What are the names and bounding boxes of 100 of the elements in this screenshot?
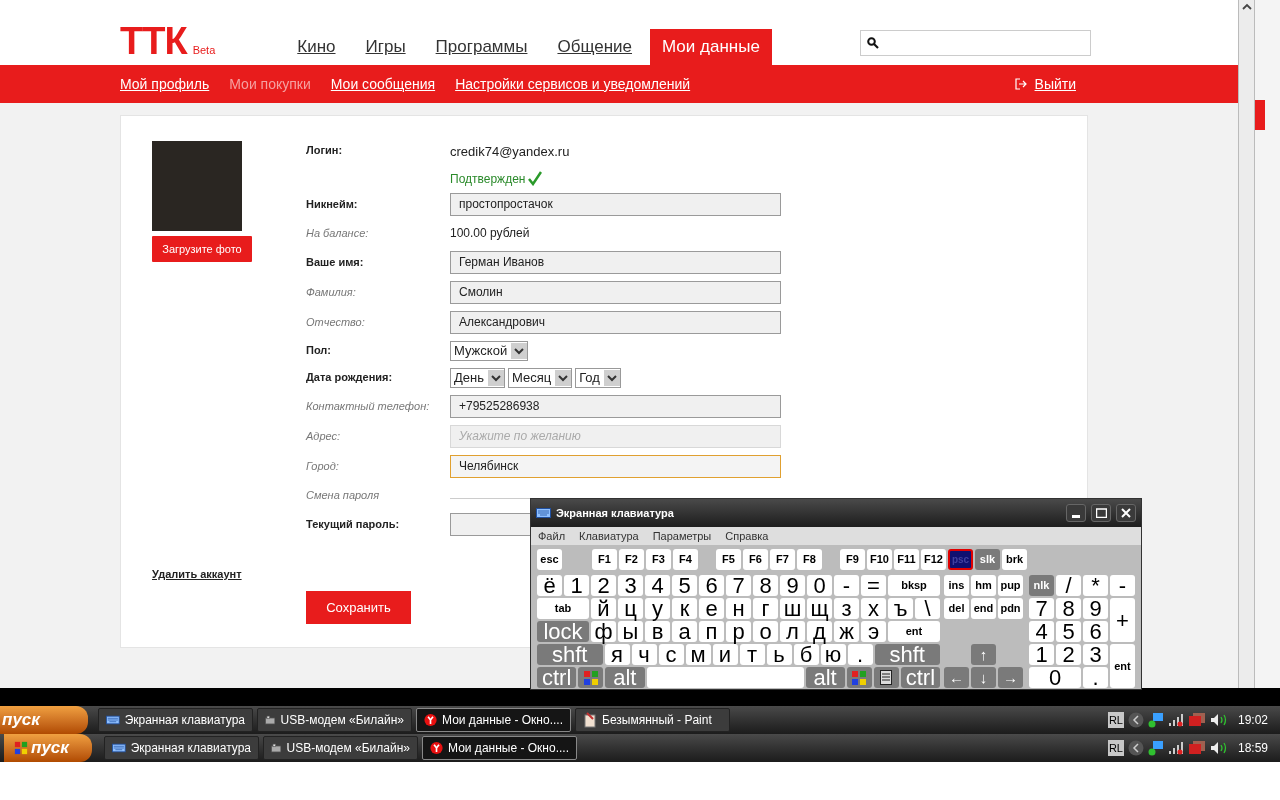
text-field[interactable]: +79525286938 xyxy=(450,394,781,418)
keyboard-key[interactable]: F3 xyxy=(646,549,671,570)
keyboard-key[interactable]: 7 xyxy=(1029,598,1054,619)
keyboard-key[interactable]: ш xyxy=(780,598,805,619)
keyboard-key[interactable]: 9 xyxy=(780,575,805,596)
speaker-icon[interactable] xyxy=(1209,741,1228,755)
keyboard-key[interactable]: pup xyxy=(998,575,1023,596)
text-field[interactable]: Смолин xyxy=(450,280,781,304)
text-field[interactable]: Герман Иванов xyxy=(450,250,781,274)
keyboard-key[interactable]: F6 xyxy=(743,549,768,570)
keyboard-key[interactable]: F10 xyxy=(867,549,892,570)
keyboard-key[interactable]: shft xyxy=(874,644,940,665)
scrollbar[interactable] xyxy=(1238,0,1255,688)
keyboard-key[interactable]: / xyxy=(1056,575,1081,596)
logout-link[interactable]: Выйти xyxy=(1034,73,1076,95)
keyboard-key[interactable]: в xyxy=(645,621,670,642)
keyboard-key[interactable]: к xyxy=(672,598,697,619)
dropdown[interactable]: Год xyxy=(575,367,621,388)
keyboard-key[interactable]: nlk xyxy=(1029,575,1054,596)
keyboard-key[interactable]: lock xyxy=(537,621,589,642)
keyboard-key[interactable]: del xyxy=(944,598,969,619)
keyboard-key[interactable]: 7 xyxy=(726,575,751,596)
network-icon[interactable] xyxy=(1147,740,1164,756)
keyboard-key[interactable]: й xyxy=(591,598,616,619)
nav-tab[interactable]: Мои данные xyxy=(650,29,772,65)
keyboard-key[interactable]: ctrl xyxy=(537,667,577,688)
keyboard-key[interactable]: и xyxy=(712,644,738,665)
dropdown[interactable]: Месяц xyxy=(508,367,573,388)
keyboard-key[interactable]: з xyxy=(834,598,859,619)
keyboard-key[interactable]: у xyxy=(645,598,670,619)
subnav-link[interactable]: Мои сообщения xyxy=(330,73,436,95)
keyboard-key[interactable]: м xyxy=(685,644,711,665)
nav-tab[interactable]: Программы xyxy=(423,29,540,65)
keyboard-key[interactable]: 2 xyxy=(1056,644,1081,665)
text-field[interactable]: Челябинск xyxy=(450,454,781,478)
text-field[interactable]: Укажите по желанию xyxy=(450,424,781,448)
keyboard-key[interactable]: т xyxy=(739,644,765,665)
keyboard-key[interactable]: 0 xyxy=(807,575,832,596)
nav-tab[interactable]: Общение xyxy=(545,29,644,65)
keyboard-key[interactable]: 8 xyxy=(1056,598,1081,619)
taskbar-button[interactable]: Мои данные - Окно.... xyxy=(416,708,571,732)
keyboard-key[interactable]: F8 xyxy=(797,549,822,570)
language-indicator[interactable]: RL xyxy=(1107,739,1124,757)
keyboard-key[interactable]: ь xyxy=(766,644,792,665)
keyboard-key[interactable]: п xyxy=(699,621,724,642)
keyboard-key[interactable]: ы xyxy=(618,621,643,642)
keyboard-key[interactable]: + xyxy=(1110,598,1135,642)
keyboard-key[interactable]: н xyxy=(726,598,751,619)
keyboard-key[interactable]: 6 xyxy=(1083,621,1108,642)
keyboard-key[interactable]: б xyxy=(793,644,819,665)
keyboard-key[interactable]: alt xyxy=(805,667,845,688)
keyboard-key[interactable]: F4 xyxy=(673,549,698,570)
keyboard-key[interactable]: - xyxy=(1110,575,1135,596)
keyboard-key[interactable]: F5 xyxy=(716,549,741,570)
keyboard-key[interactable]: 9 xyxy=(1083,598,1108,619)
menu-item[interactable]: Справка xyxy=(725,527,769,545)
keyboard-key[interactable]: F7 xyxy=(770,549,795,570)
chevron-left-icon[interactable] xyxy=(1127,740,1144,756)
keyboard-key[interactable]: э xyxy=(861,621,886,642)
keyboard-key[interactable]: 1 xyxy=(564,575,589,596)
keyboard-key[interactable]: . xyxy=(847,644,873,665)
maximize-button[interactable] xyxy=(1091,504,1111,522)
keyboard-key[interactable]: 5 xyxy=(1056,621,1081,642)
keyboard-key[interactable]: 8 xyxy=(753,575,778,596)
taskbar-button[interactable]: Мои данные - Окно.... xyxy=(422,736,577,760)
keyboard-key[interactable]: я xyxy=(604,644,630,665)
taskbar-button[interactable]: Экранная клавиатура xyxy=(98,708,253,732)
keyboard-key[interactable]: F12 xyxy=(921,549,946,570)
keyboard-key[interactable]: 0 xyxy=(1029,667,1081,688)
keyboard-key[interactable]: ent xyxy=(1110,644,1135,688)
menu-item[interactable]: Клавиатура xyxy=(579,527,639,545)
keyboard-key[interactable]: р xyxy=(726,621,751,642)
keyboard-key[interactable]: ctrl xyxy=(900,667,940,688)
keyboard-key[interactable]: slk xyxy=(975,549,1000,570)
taskbar-button[interactable]: Безымянный - Paint xyxy=(575,708,730,732)
language-indicator[interactable]: RL xyxy=(1107,711,1124,729)
keyboard-key[interactable]: с xyxy=(658,644,684,665)
keyboard-key[interactable]: ins xyxy=(944,575,969,596)
delete-account-link[interactable]: Удалить аккаунт xyxy=(152,566,306,583)
keyboard-key[interactable]: esc xyxy=(537,549,562,570)
chevron-left-icon[interactable] xyxy=(1127,712,1144,728)
taskbar-button[interactable]: USB-модем «Билайн» xyxy=(263,736,418,760)
keyboard-key[interactable]: л xyxy=(780,621,805,642)
keyboard-key[interactable]: shft xyxy=(537,644,603,665)
site-logo[interactable]: ТТК xyxy=(120,22,187,60)
minimize-button[interactable] xyxy=(1066,504,1086,522)
arrow-key[interactable]: ↓ xyxy=(971,667,996,688)
keyboard-key[interactable]: F2 xyxy=(619,549,644,570)
keyboard-key[interactable]: о xyxy=(753,621,778,642)
keyboard-key[interactable]: ё xyxy=(537,575,562,596)
text-field[interactable]: простопростачок xyxy=(450,192,781,216)
speaker-icon[interactable] xyxy=(1209,713,1228,727)
network-icon[interactable] xyxy=(1147,712,1164,728)
upload-photo-button[interactable]: Загрузите фото xyxy=(152,236,252,262)
signal-icon[interactable] xyxy=(1167,713,1184,727)
keyboard-key[interactable]: hm xyxy=(971,575,996,596)
keyboard-key[interactable]: 1 xyxy=(1029,644,1054,665)
keyboard-key[interactable]: 4 xyxy=(645,575,670,596)
keyboard-key[interactable]: alt xyxy=(605,667,645,688)
text-field[interactable]: Александрович xyxy=(450,310,781,334)
